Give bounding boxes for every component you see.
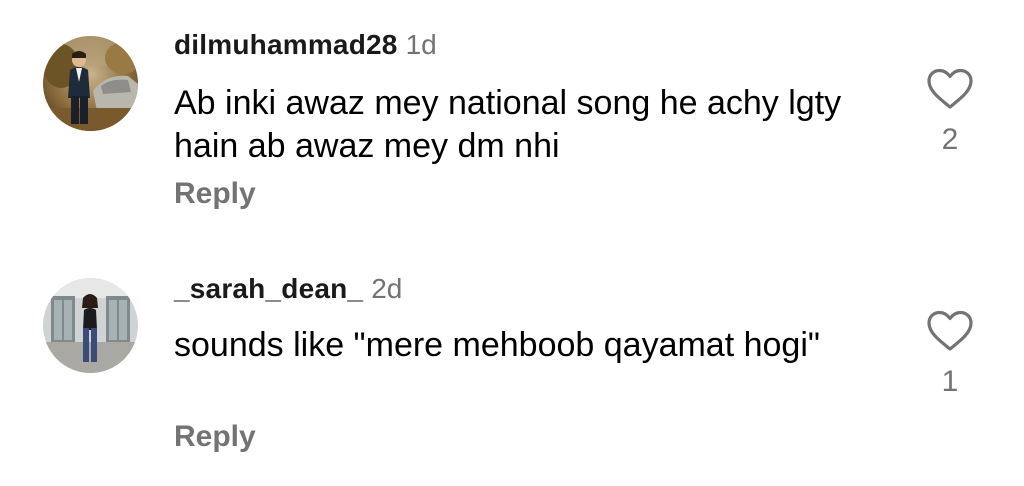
heart-outline-icon[interactable] xyxy=(926,68,974,110)
comment-header: _sarah_dean_ 2d xyxy=(174,272,402,306)
username-link[interactable]: dilmuhammad28 xyxy=(174,29,398,60)
comment-item: dilmuhammad28 1d Ab inki awaz mey nationa… xyxy=(0,0,1024,240)
like-count: 1 xyxy=(941,365,959,398)
username-link[interactable]: _sarah_dean_ xyxy=(174,273,363,304)
reply-button[interactable]: Reply xyxy=(174,419,256,455)
comment-item: _sarah_dean_ 2d sounds like "mere mehboob… xyxy=(0,243,1024,486)
timestamp: 2d xyxy=(371,273,403,304)
comment-header: dilmuhammad28 1d xyxy=(174,28,437,62)
comment-text: Ab inki awaz mey national song he achy l… xyxy=(174,84,842,165)
avatar[interactable] xyxy=(43,36,138,131)
avatar[interactable] xyxy=(43,278,138,373)
profile-photo xyxy=(43,278,138,373)
reply-button[interactable]: Reply xyxy=(174,176,256,212)
timestamp: 1d xyxy=(405,29,437,60)
comment-text: sounds like "mere mehboob qayamat hogi" xyxy=(174,326,820,364)
like-count: 2 xyxy=(941,123,959,156)
profile-photo xyxy=(43,36,138,131)
heart-outline-icon[interactable] xyxy=(926,310,974,352)
